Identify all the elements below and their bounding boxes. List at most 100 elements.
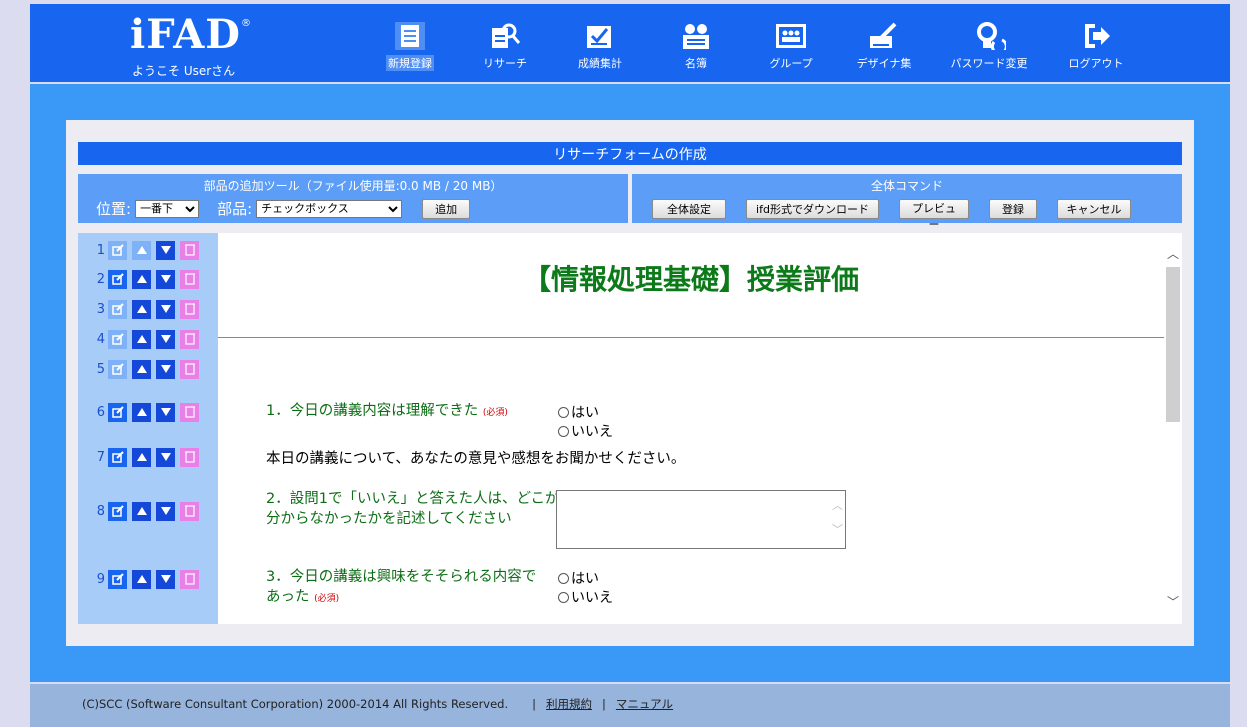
move-up-icon[interactable] — [132, 402, 151, 422]
edit-icon[interactable] — [108, 359, 127, 379]
delete-icon[interactable] — [180, 569, 199, 589]
move-down-icon[interactable] — [156, 299, 175, 319]
preview-button[interactable]: プレビュー — [899, 199, 969, 231]
nav-research[interactable]: リサーチ — [459, 4, 551, 82]
editor-panel: リサーチフォームの作成 部品の追加ツール（ファイル使用量:0.0 MB / 20… — [66, 120, 1194, 646]
part-select[interactable]: チェックボックス — [256, 199, 403, 218]
edit-icon[interactable] — [108, 402, 127, 422]
download-ifd-button[interactable]: ifd形式でダウンロード — [746, 199, 879, 219]
edit-icon[interactable] — [108, 329, 127, 349]
item-control-row: 4 — [78, 328, 218, 350]
radio-circle — [558, 591, 569, 603]
cancel-button[interactable]: キャンセル — [1057, 199, 1131, 219]
logout-icon — [1085, 24, 1110, 48]
grade-tally-icon — [587, 26, 611, 48]
research-icon — [492, 23, 521, 48]
move-up-icon[interactable] — [132, 269, 151, 289]
move-down-icon[interactable] — [156, 329, 175, 349]
required-mark: (必須) — [314, 594, 340, 604]
nav-logout[interactable]: ログアウト — [1050, 4, 1142, 82]
nav-label: パスワード変更 — [950, 57, 1028, 70]
q1-radio-no[interactable]: いいえ — [558, 421, 613, 441]
preview-scrollbar[interactable]: ︿ ﹀ — [1164, 233, 1182, 624]
edit-icon[interactable] — [108, 447, 127, 467]
delete-icon[interactable] — [180, 329, 199, 349]
edit-icon[interactable] — [108, 299, 127, 319]
radio-label: いいえ — [571, 424, 613, 440]
manual-link[interactable]: マニュアル — [616, 696, 673, 712]
move-down-icon[interactable] — [156, 240, 175, 260]
q3-radio-no[interactable]: いいえ — [558, 587, 613, 607]
move-up-icon[interactable] — [132, 299, 151, 319]
delete-icon[interactable] — [180, 359, 199, 379]
move-down-icon[interactable] — [156, 402, 175, 422]
delete-icon[interactable] — [180, 240, 199, 260]
nav-password-change[interactable]: パスワード変更 — [943, 4, 1035, 82]
q2-answer-textarea[interactable]: ︿ ﹀ — [556, 490, 846, 549]
move-up-icon[interactable] — [132, 447, 151, 467]
move-up-icon[interactable] — [132, 240, 151, 260]
global-settings-button[interactable]: 全体設定 — [652, 199, 726, 219]
edit-icon[interactable] — [108, 269, 127, 289]
scroll-down-icon[interactable]: ﹀ — [1167, 593, 1179, 610]
form-preview: 【情報処理基礎】授業評価 1．今日の講義内容は理解できた (必須) はい いいえ… — [218, 233, 1182, 624]
add-parts-title: 部品の追加ツール（ファイル使用量:0.0 MB / 20 MB） — [203, 179, 503, 193]
row-number: 7 — [96, 449, 105, 465]
terms-link[interactable]: 利用規約 — [546, 696, 592, 712]
move-down-icon[interactable] — [156, 569, 175, 589]
global-commands-toolbar: 全体コマンド 全体設定 ifd形式でダウンロード プレビュー 登録 キャンセル — [632, 174, 1182, 231]
q3-radio-yes[interactable]: はい — [558, 568, 599, 588]
nav-grade-tally[interactable]: 成績集計 — [554, 4, 646, 82]
move-up-icon[interactable] — [132, 359, 151, 379]
group-icon — [776, 24, 806, 48]
delete-icon[interactable] — [180, 299, 199, 319]
password-change-icon — [977, 22, 1006, 50]
form-title[interactable]: 【情報処理基礎】授業評価 — [218, 258, 1164, 298]
nav-new-registration[interactable]: 新規登録 — [364, 4, 456, 82]
nav-roster[interactable]: 名簿 — [650, 4, 742, 82]
registered-mark: ® — [240, 18, 251, 29]
item-control-row: 3 — [78, 298, 218, 320]
edit-icon[interactable] — [108, 569, 127, 589]
free-text-item[interactable]: 本日の講義について、あなたの意見や感想をお聞かせください。 — [266, 447, 685, 468]
item-control-row: 6 — [78, 401, 218, 423]
question-2-line-1: 2．設問1で「いいえ」と答えた人は、どこが — [266, 491, 560, 507]
move-up-icon[interactable] — [132, 569, 151, 589]
delete-icon[interactable] — [180, 269, 199, 289]
add-part-button[interactable]: 追加 — [422, 198, 471, 219]
move-down-icon[interactable] — [156, 269, 175, 289]
nav-designer-collection[interactable]: デザイナ集 — [838, 4, 930, 82]
welcome-message: ようこそ Userさん — [132, 64, 236, 78]
position-select[interactable]: 一番下 — [135, 199, 200, 218]
row-number: 6 — [96, 404, 105, 420]
question-3-line-2: あった — [266, 589, 310, 605]
scrollbar-thumb[interactable] — [1166, 267, 1180, 422]
radio-label: いいえ — [571, 590, 613, 606]
add-parts-toolbar: 部品の追加ツール（ファイル使用量:0.0 MB / 20 MB） 位置: 一番下… — [78, 174, 628, 223]
nav-group[interactable]: グループ — [745, 4, 837, 82]
ifad-logo[interactable]: iFAD® — [130, 14, 251, 56]
move-down-icon[interactable] — [156, 501, 175, 521]
move-up-icon[interactable] — [132, 501, 151, 521]
question-2[interactable]: 2．設問1で「いいえ」と答えた人は、どこが 分からなかったかを記述してください — [266, 489, 560, 529]
delete-icon[interactable] — [180, 447, 199, 467]
question-1[interactable]: 1．今日の講義内容は理解できた (必須) — [266, 401, 508, 423]
delete-icon[interactable] — [180, 501, 199, 521]
edit-icon[interactable] — [108, 501, 127, 521]
row-number: 9 — [96, 571, 105, 587]
register-button[interactable]: 登録 — [989, 199, 1037, 219]
radio-circle — [558, 425, 569, 437]
question-3[interactable]: 3．今日の講義は興味をそそられる内容で あった (必須) — [266, 567, 536, 609]
top-header: iFAD® ようこそ Userさん 新規登録 リサーチ 成績集計 名簿 グループ… — [30, 4, 1230, 82]
scroll-up-icon[interactable]: ︿ — [1167, 245, 1179, 262]
move-down-icon[interactable] — [156, 359, 175, 379]
edit-icon[interactable] — [108, 240, 127, 260]
q1-radio-yes[interactable]: はい — [558, 402, 599, 422]
main-frame: リサーチフォームの作成 部品の追加ツール（ファイル使用量:0.0 MB / 20… — [30, 84, 1230, 682]
question-2-line-2: 分からなかったかを記述してください — [266, 511, 512, 527]
move-up-icon[interactable] — [132, 329, 151, 349]
move-down-icon[interactable] — [156, 447, 175, 467]
question-1-text: 1．今日の講義内容は理解できた — [266, 403, 479, 419]
delete-icon[interactable] — [180, 402, 199, 422]
radio-label: はい — [571, 571, 599, 587]
